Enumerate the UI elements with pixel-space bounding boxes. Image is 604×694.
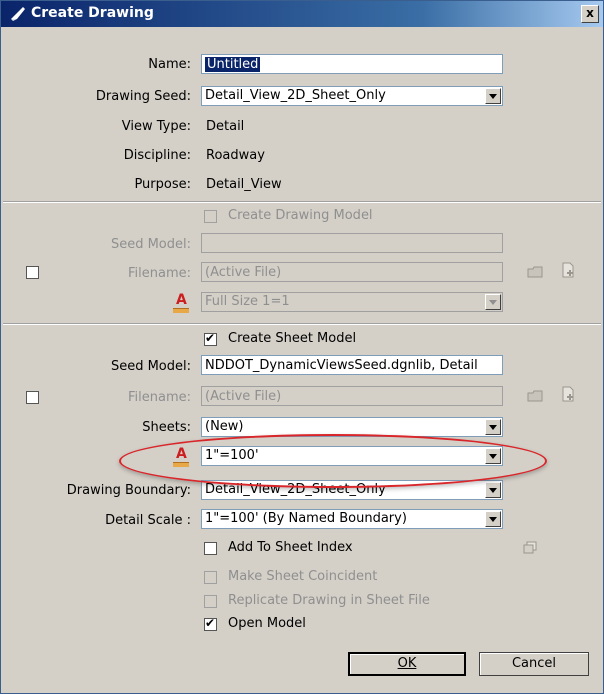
drawing-seed-model-field[interactable] [201,233,503,253]
sheets-value: (New) [205,419,244,434]
drawing-seed-label: Drawing Seed: [95,89,191,104]
sheet-filename-label: Filename: [127,390,191,405]
drawing-seed-value: Detail_View_2D_Sheet_Only [205,88,386,103]
ok-button-label: OK [397,656,417,671]
window-title: Create Drawing [31,5,154,21]
create-sheet-model-checkbox[interactable] [204,331,217,346]
drawing-filename-field[interactable]: (Active File) [201,262,503,282]
view-type-value: Detail [206,119,245,134]
highlight-ellipse [119,434,547,488]
ok-button[interactable]: OK [348,652,466,676]
purpose-value: Detail_View [206,177,282,192]
sheet-filename-field[interactable]: (Active File) [201,386,503,406]
open-model-label: Open Model [228,616,306,631]
add-to-sheet-index-label: Add To Sheet Index [228,540,353,555]
create-drawing-model-checkbox[interactable] [204,210,217,223]
drawing-filename-value: (Active File) [205,265,282,280]
drawing-filename-label: Filename: [127,266,191,281]
chevron-down-icon[interactable] [485,482,501,498]
separator [3,201,601,203]
cancel-button-label: Cancel [511,656,557,671]
chevron-down-icon[interactable] [485,88,501,104]
annotation-scale-icon: A [173,292,189,314]
detail-scale-select[interactable]: 1"=100' (By Named Boundary) [201,509,503,529]
make-sheet-coincident-checkbox[interactable] [204,571,217,584]
name-value: Untitled [205,57,261,72]
separator [3,323,601,325]
add-to-sheet-index-checkbox[interactable] [204,542,217,555]
open-model-checkbox[interactable] [204,616,217,631]
name-field[interactable]: Untitled [201,54,503,74]
close-button[interactable]: x [581,5,599,23]
sheet-seed-model-value: NDDOT_DynamicViewsSeed.dgnlib, Detail [205,358,478,373]
create-sheet-model-label: Create Sheet Model [228,331,357,346]
replicate-drawing-label: Replicate Drawing in Sheet File [228,593,430,608]
create-drawing-dialog: Create Drawing x Name: Untitled Drawing … [0,0,604,694]
purpose-label: Purpose: [134,177,191,192]
drawing-seed-select[interactable]: Detail_View_2D_Sheet_Only [201,86,503,106]
view-type-label: View Type: [121,119,191,134]
new-file-icon[interactable] [559,261,577,279]
replicate-drawing-checkbox[interactable] [204,595,217,608]
folder-icon[interactable] [526,387,544,405]
cancel-button[interactable]: Cancel [479,652,589,676]
make-sheet-coincident-label: Make Sheet Coincident [228,569,378,584]
sheet-filename-value: (Active File) [205,389,282,404]
app-icon [11,7,25,21]
chevron-down-icon[interactable] [485,511,501,527]
drawing-scale-select[interactable]: Full Size 1=1 [201,292,503,312]
name-label: Name: [148,57,191,72]
sheet-seed-model-label: Seed Model: [110,359,191,374]
title-bar[interactable]: Create Drawing x [1,1,603,27]
discipline-label: Discipline: [123,148,191,163]
discipline-value: Roadway [206,148,265,163]
detail-scale-label: Detail Scale : [105,513,191,528]
sheets-label: Sheets: [142,420,191,435]
sheet-index-icon[interactable] [521,539,539,557]
new-file-icon[interactable] [559,385,577,403]
chevron-down-icon[interactable] [485,294,501,310]
drawing-seed-model-label: Seed Model: [110,237,191,252]
drawing-scale-value: Full Size 1=1 [205,294,290,309]
create-drawing-model-label: Create Drawing Model [228,208,373,223]
chevron-down-icon[interactable] [485,419,501,435]
sheet-seed-model-field[interactable]: NDDOT_DynamicViewsSeed.dgnlib, Detail [201,355,503,375]
folder-icon[interactable] [526,263,544,281]
drawing-boundary-label: Drawing Boundary: [66,483,191,498]
detail-scale-value: 1"=100' (By Named Boundary) [205,511,407,526]
